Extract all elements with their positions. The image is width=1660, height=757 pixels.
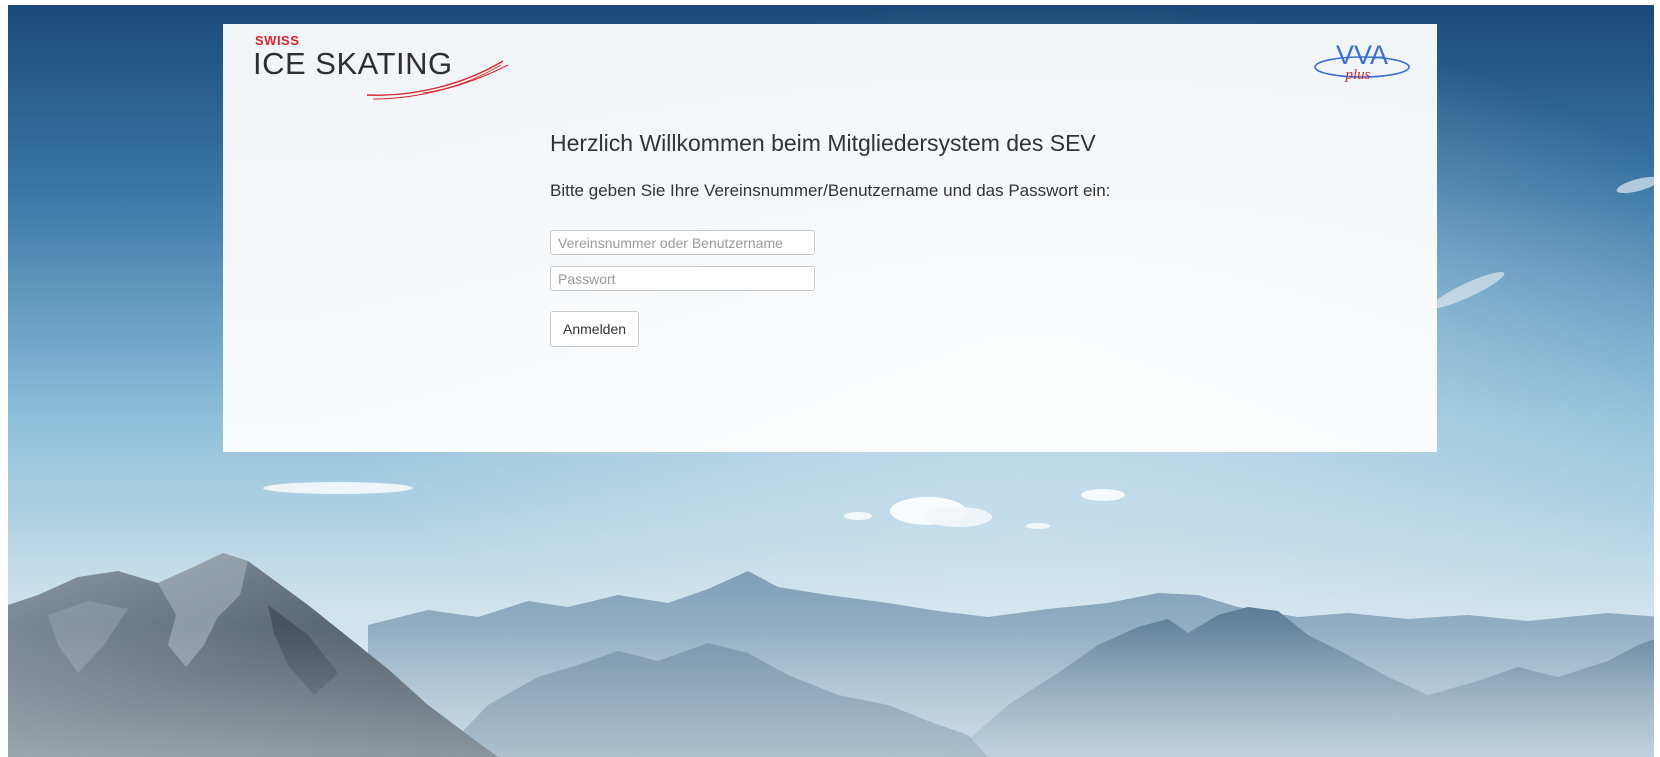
username-input[interactable]: [550, 230, 815, 255]
login-instructions: Bitte geben Sie Ihre Vereinsnummer/Benut…: [550, 181, 1111, 200]
login-button[interactable]: Anmelden: [550, 311, 640, 347]
login-form: Herzlich Willkommen beim Mitgliedersyste…: [550, 128, 1250, 347]
swiss-ice-skating-logo: SWISS ICE SKATING: [253, 33, 533, 123]
login-page: SWISS ICE SKATING VVA plus Herzlich Will…: [0, 0, 1660, 757]
plus-text: plus: [1344, 67, 1370, 83]
login-panel: SWISS ICE SKATING VVA plus Herzlich Will…: [223, 24, 1437, 452]
page-title: Herzlich Willkommen beim Mitgliedersyste…: [550, 130, 1096, 156]
vva-plus-logo: VVA plus: [1309, 34, 1415, 90]
logo-swoosh-icon: [366, 60, 509, 100]
vva-text: VVA: [1336, 40, 1388, 70]
window-edge: [1654, 0, 1660, 757]
password-input[interactable]: [550, 266, 815, 291]
